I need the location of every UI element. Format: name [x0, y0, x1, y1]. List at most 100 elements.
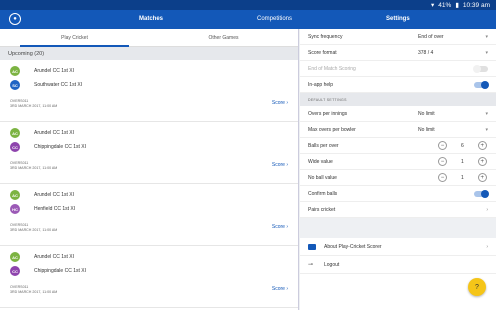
confirm-label: Confirm balls [308, 190, 338, 197]
score-button[interactable]: Score › [272, 286, 288, 292]
overs-value[interactable]: No limit [418, 111, 435, 117]
max-overs-value[interactable]: No limit [418, 127, 435, 133]
balls-label: Balls per over [308, 142, 339, 149]
pairs-cricket-row[interactable]: Pairs cricket › [300, 202, 496, 218]
in-app-help-row[interactable]: In-app help [300, 77, 496, 93]
plus-icon[interactable]: + [477, 157, 487, 166]
dropdown-icon: ▾ [485, 33, 488, 40]
match-tabs: Play Cricket Other Games [0, 29, 298, 47]
chevron-right-icon: › [286, 286, 288, 292]
balls-value: 6 [461, 142, 464, 149]
max-overs-row[interactable]: Max overs per bowler No limit ▾ [300, 122, 496, 138]
match-date: 3RD MARCH 2017, 11:00 AM [10, 228, 58, 232]
away-team-name: Southwater CC 1st XI [34, 82, 83, 88]
logout-row[interactable]: ⊸ Logout [300, 256, 496, 274]
app-logo-icon [308, 243, 316, 250]
logout-label: Logout [324, 261, 340, 268]
chevron-right-icon: › [486, 243, 488, 250]
away-team: SC Southwater CC 1st XI [10, 80, 82, 90]
status-bar: ▾ 41% ▮ 10:39 am [0, 0, 496, 10]
account-icon[interactable]: ● [9, 13, 21, 25]
clock: 10:39 am [462, 1, 490, 9]
sync-frequency-label: Sync frequency [308, 33, 343, 40]
wide-value: 1 [461, 158, 464, 165]
in-app-help-toggle[interactable] [474, 80, 489, 89]
minus-icon[interactable]: − [438, 173, 447, 182]
matches-panel: Play Cricket Other Games Upcoming (20) A… [0, 29, 299, 310]
in-app-help-label: In-app help [308, 81, 334, 88]
score-button[interactable]: Score › [272, 100, 288, 106]
pairs-label: Pairs cricket [308, 206, 336, 213]
match-card[interactable]: AC Arundel CC 1st XI HC Henfield CC 1st … [0, 184, 298, 246]
no-ball-row: No ball value − 1 + [300, 170, 496, 186]
score-button[interactable]: Score › [272, 162, 288, 168]
chevron-right-icon: › [286, 224, 288, 230]
team-badge-icon: AC [10, 66, 20, 76]
dropdown-icon: ▾ [485, 126, 488, 133]
help-fab-button[interactable]: ? [468, 278, 486, 296]
home-team: AC Arundel CC 1st XI [10, 252, 74, 262]
team-badge-icon: SC [10, 80, 20, 90]
away-team: CC Chippingdale CC 1st XI [10, 142, 86, 152]
confirm-balls-row[interactable]: Confirm balls [300, 186, 496, 202]
team-badge-icon: AC [10, 128, 20, 138]
home-team: AC Arundel CC 1st XI [10, 66, 74, 76]
end-of-match-label: End of Match Scoring [308, 65, 356, 72]
match-card[interactable]: AC Arundel CC 1st XI SC Southwater CC 1s… [0, 60, 298, 122]
plus-icon[interactable]: + [477, 141, 487, 150]
team-badge-icon: CC [10, 142, 20, 152]
about-row[interactable]: About Play-Cricket Scorer › [300, 238, 496, 256]
match-date: 3RD MARCH 2017, 11:00 AM [10, 104, 58, 108]
chevron-right-icon: › [286, 162, 288, 168]
score-label: Score [271, 224, 285, 230]
wifi-icon: ▾ [431, 2, 435, 9]
match-card[interactable]: AC Arundel CC 1st XI CC Chippingdale CC … [0, 246, 298, 308]
upcoming-header: Upcoming (20) [0, 47, 298, 60]
match-meta: OVERS011 3RD MARCH 2017, 11:00 AM [10, 285, 57, 295]
away-team-name: Chippingdale CC 1st XI [34, 268, 86, 274]
score-format-value[interactable]: 378 / 4 [418, 50, 433, 56]
score-label: Score [271, 162, 285, 168]
noball-label: No ball value [308, 174, 337, 181]
wide-label: Wide value [308, 158, 333, 165]
max-overs-label: Max overs per bowler [308, 126, 356, 133]
about-label: About Play-Cricket Scorer [324, 243, 382, 250]
chevron-right-icon: › [486, 206, 488, 213]
score-format-label: Score format [308, 49, 337, 56]
overs-label: Overs per innings [308, 110, 348, 117]
match-meta: OVERS011 3RD MARCH 2017, 11:00 AM [10, 223, 57, 233]
match-card[interactable]: AC Arundel CC 1st XI CC Chippingdale CC … [0, 122, 298, 184]
competitions-tab[interactable]: Competitions [257, 16, 292, 22]
match-meta: OVERS011 3RD MARCH 2017, 11:00 AM [10, 99, 57, 109]
team-badge-icon: AC [10, 252, 20, 262]
overs-row[interactable]: Overs per innings No limit ▾ [300, 106, 496, 122]
sync-frequency-row[interactable]: Sync frequency End of over ▾ [300, 29, 496, 45]
logout-icon: ⊸ [308, 262, 314, 268]
away-team-name: Chippingdale CC 1st XI [34, 144, 86, 150]
end-of-match-toggle [473, 64, 488, 73]
away-team: CC Chippingdale CC 1st XI [10, 266, 86, 276]
tab-other-games[interactable]: Other Games [149, 29, 298, 46]
spacer [300, 218, 496, 238]
home-team-name: Arundel CC 1st XI [34, 254, 75, 260]
tab-play-cricket[interactable]: Play Cricket [0, 29, 149, 47]
plus-icon[interactable]: + [477, 173, 487, 182]
match-meta: OVERS011 3RD MARCH 2017, 11:00 AM [10, 161, 57, 171]
score-label: Score [271, 100, 285, 106]
confirm-balls-toggle[interactable] [474, 189, 489, 198]
noball-stepper: − 1 + [438, 173, 487, 182]
home-team-name: Arundel CC 1st XI [34, 68, 75, 74]
score-format-row[interactable]: Score format 378 / 4 ▾ [300, 45, 496, 61]
sync-frequency-value[interactable]: End of over [418, 34, 444, 40]
balls-per-over-row: Balls per over − 6 + [300, 138, 496, 154]
team-badge-icon: HC [10, 204, 20, 214]
wide-stepper: − 1 + [438, 157, 487, 166]
match-list: AC Arundel CC 1st XI SC Southwater CC 1s… [0, 60, 298, 308]
balls-stepper: − 6 + [438, 141, 487, 150]
home-team: AC Arundel CC 1st XI [10, 190, 74, 200]
dropdown-icon: ▾ [485, 110, 488, 117]
score-label: Score [271, 286, 285, 292]
score-button[interactable]: Score › [272, 224, 288, 230]
minus-icon[interactable]: − [438, 157, 447, 166]
minus-icon[interactable]: − [438, 141, 447, 150]
